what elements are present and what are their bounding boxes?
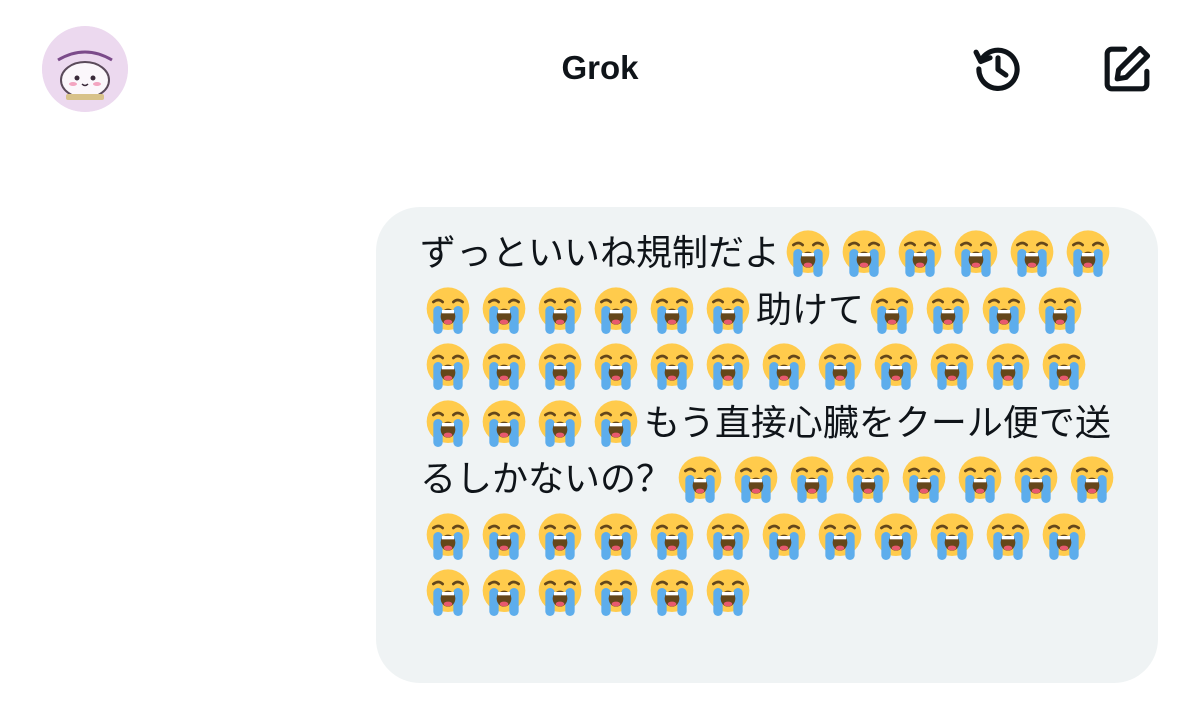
loudly-crying-face-icon <box>734 456 778 503</box>
loudly-crying-face-icon <box>650 512 694 560</box>
loudly-crying-face-icon <box>1038 286 1082 334</box>
loudly-crying-face-icon <box>594 286 638 334</box>
loudly-crying-face-icon <box>930 343 974 390</box>
loudly-crying-face-icon <box>1070 456 1114 503</box>
loudly-crying-face-icon <box>1014 456 1058 503</box>
loudly-crying-face-icon <box>482 286 526 334</box>
loudly-crying-face-icon <box>538 399 582 447</box>
loudly-crying-face-icon <box>594 343 638 390</box>
loudly-crying-face-icon <box>482 569 526 616</box>
loudly-crying-face-icon <box>986 512 1030 560</box>
loudly-crying-face-icon <box>538 512 582 560</box>
loudly-crying-face-icon <box>426 399 470 447</box>
page-title: Grok <box>561 49 639 86</box>
avatar-image <box>42 26 128 112</box>
loudly-crying-face-icon <box>930 512 974 560</box>
loudly-crying-face-icon <box>426 343 470 390</box>
loudly-crying-face-icon <box>982 286 1026 334</box>
loudly-crying-face-icon <box>926 286 970 334</box>
loudly-crying-face-icon <box>842 230 886 277</box>
loudly-crying-face-icon <box>650 286 694 334</box>
profile-avatar[interactable] <box>42 26 128 112</box>
loudly-crying-face-icon <box>762 343 806 390</box>
loudly-crying-face-icon <box>786 230 830 277</box>
loudly-crying-face-icon <box>594 399 638 447</box>
user-message-text: ずっといいね規制だよ助けてもう直接心臓をクール便で送るしかないの？ <box>420 226 1120 622</box>
loudly-crying-face-icon <box>706 286 750 334</box>
loudly-crying-face-icon <box>1066 230 1110 277</box>
loudly-crying-face-icon <box>650 343 694 390</box>
loudly-crying-face-icon <box>874 343 918 390</box>
loudly-crying-face-icon <box>482 512 526 560</box>
loudly-crying-face-icon <box>902 456 946 503</box>
loudly-crying-face-icon <box>482 343 526 390</box>
loudly-crying-face-icon <box>846 456 890 503</box>
loudly-crying-face-icon <box>678 456 722 503</box>
new-chat-button[interactable] <box>1095 37 1159 101</box>
loudly-crying-face-icon <box>538 286 582 334</box>
loudly-crying-face-icon <box>706 343 750 390</box>
loudly-crying-face-icon <box>954 230 998 277</box>
loudly-crying-face-icon <box>870 286 914 334</box>
loudly-crying-face-icon <box>538 343 582 390</box>
loudly-crying-face-icon <box>818 343 862 390</box>
loudly-crying-face-icon <box>818 512 862 560</box>
loudly-crying-face-icon <box>426 569 470 616</box>
loudly-crying-face-icon <box>706 569 750 616</box>
history-button[interactable] <box>966 37 1030 101</box>
loudly-crying-face-icon <box>706 512 750 560</box>
compose-icon <box>1104 45 1151 92</box>
app-header: Grok <box>0 0 1200 140</box>
loudly-crying-face-icon <box>1010 230 1054 277</box>
loudly-crying-face-icon <box>594 512 638 560</box>
loudly-crying-face-icon <box>538 569 582 616</box>
loudly-crying-face-icon <box>1042 512 1086 560</box>
history-icon <box>973 47 1020 91</box>
loudly-crying-face-icon <box>482 399 526 447</box>
loudly-crying-face-icon <box>790 456 834 503</box>
loudly-crying-face-icon <box>594 569 638 616</box>
loudly-crying-face-icon <box>958 456 1002 503</box>
loudly-crying-face-icon <box>650 569 694 616</box>
loudly-crying-face-icon <box>1042 343 1086 390</box>
loudly-crying-face-icon <box>874 512 918 560</box>
loudly-crying-face-icon <box>426 512 470 560</box>
loudly-crying-face-icon <box>762 512 806 560</box>
loudly-crying-face-icon <box>898 230 942 277</box>
loudly-crying-face-icon <box>426 286 470 334</box>
loudly-crying-face-icon <box>986 343 1030 390</box>
